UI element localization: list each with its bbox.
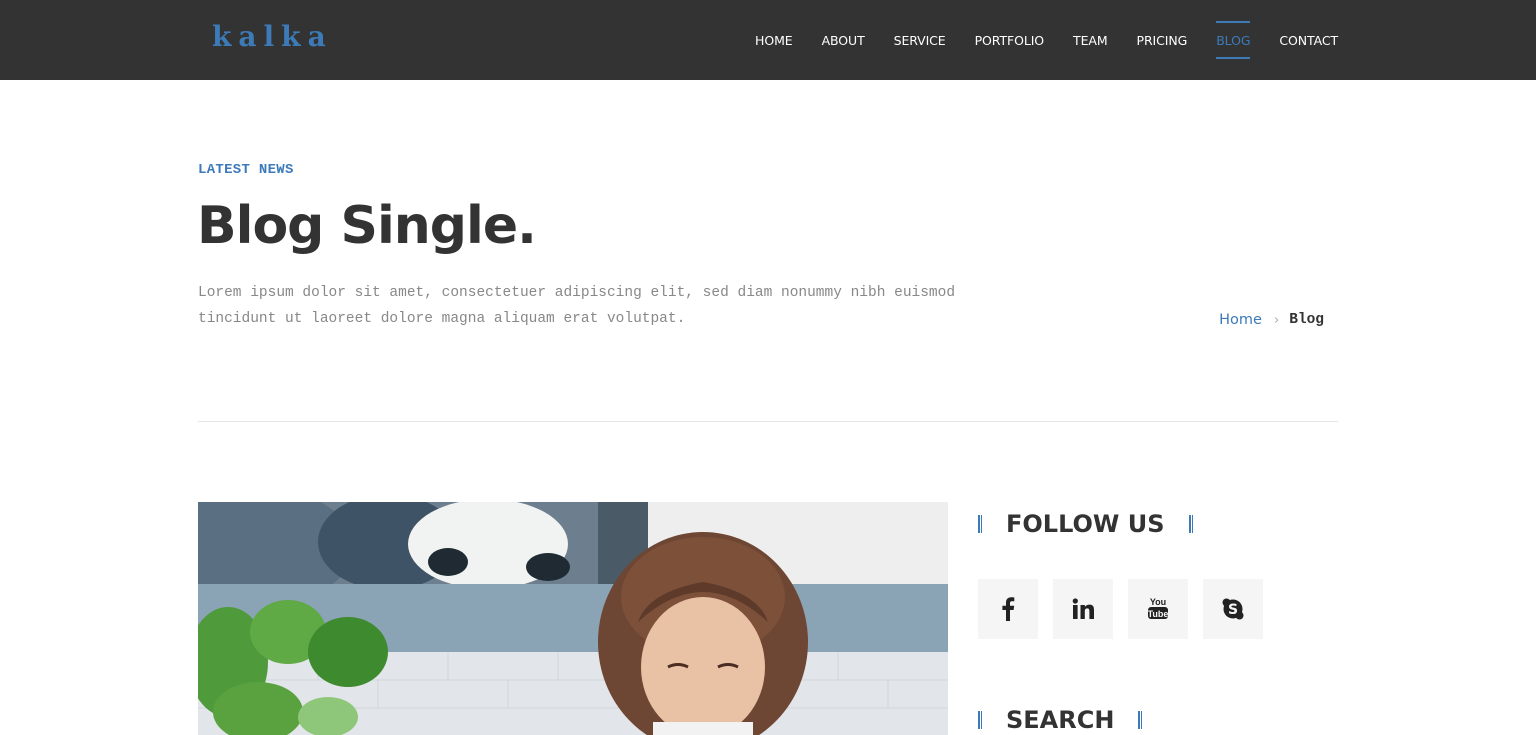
nav-pricing[interactable]: PRICING — [1137, 25, 1188, 55]
search-heading: SEARCH — [978, 706, 1143, 734]
svg-text:You: You — [1150, 597, 1166, 607]
nav-blog[interactable]: BLOG — [1216, 21, 1251, 59]
skype-button[interactable]: S — [1203, 579, 1263, 639]
section-divider — [198, 421, 1338, 422]
linkedin-button[interactable] — [1053, 579, 1113, 639]
intro-text: Lorem ipsum dolor sit amet, consectetuer… — [198, 280, 958, 332]
page-title: Blog Single. — [197, 196, 537, 256]
svg-text:Tube: Tube — [1148, 609, 1169, 619]
linkedin-icon — [1072, 598, 1094, 619]
heading-bar-left — [978, 515, 982, 533]
nav-team[interactable]: TEAM — [1073, 25, 1108, 55]
breadcrumb: Home › Blog — [1219, 312, 1324, 328]
heading-bar-left — [978, 711, 982, 729]
skype-icon: S — [1222, 598, 1244, 620]
main-nav: HOME ABOUT SERVICE PORTFOLIO TEAM PRICIN… — [755, 0, 1338, 80]
section-eyebrow: LATEST NEWS — [198, 162, 294, 178]
follow-us-title: FOLLOW US — [1006, 510, 1165, 538]
chevron-right-icon: › — [1273, 312, 1280, 328]
social-links: You Tube S — [978, 579, 1263, 639]
breadcrumb-home-link[interactable]: Home — [1219, 312, 1262, 328]
top-navbar: kalka HOME ABOUT SERVICE PORTFOLIO TEAM … — [0, 0, 1536, 80]
facebook-icon — [1002, 597, 1015, 621]
nav-about[interactable]: ABOUT — [822, 25, 865, 55]
nav-home[interactable]: HOME — [755, 25, 793, 55]
logo[interactable]: kalka — [212, 20, 333, 53]
follow-us-heading: FOLLOW US — [978, 510, 1193, 538]
svg-text:S: S — [1228, 602, 1238, 618]
nav-contact[interactable]: CONTACT — [1279, 25, 1338, 55]
intro-line-2: tincidunt ut laoreet dolore magna aliqua… — [198, 311, 686, 327]
intro-line-1: Lorem ipsum dolor sit amet, consectetuer… — [198, 285, 956, 301]
photo-woman-reading — [198, 502, 948, 735]
facebook-button[interactable] — [978, 579, 1038, 639]
nav-portfolio[interactable]: PORTFOLIO — [975, 25, 1045, 55]
youtube-icon: You Tube — [1148, 597, 1169, 619]
nav-service[interactable]: SERVICE — [894, 25, 946, 55]
blog-post-image — [198, 502, 948, 735]
youtube-button[interactable]: You Tube — [1128, 579, 1188, 639]
breadcrumb-current: Blog — [1289, 312, 1324, 328]
search-title: SEARCH — [1006, 706, 1115, 734]
heading-bar-right — [1188, 515, 1193, 533]
heading-bar-right — [1138, 711, 1143, 729]
